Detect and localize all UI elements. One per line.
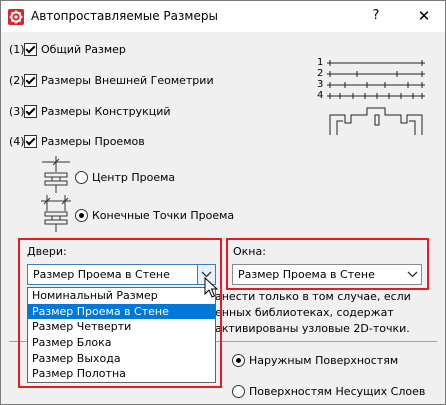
checkbox[interactable] [24,43,37,56]
radio-label: Центр Проема [92,171,176,184]
radio-label: Наружным Поверхностям [249,354,399,367]
chevron-down-icon[interactable] [404,265,421,284]
window-title: Автопроставляемые Размеры [31,9,218,23]
option-number: (3) [9,105,25,118]
dropdown-option[interactable]: Номинальный Размер [28,288,215,304]
close-button[interactable]: ✕ [415,7,433,25]
radio-label: Поверхностям Несущих Слоев [249,385,426,398]
radio-opening-ends[interactable]: Конечные Точки Проема [75,209,234,222]
radio-button[interactable] [232,385,245,398]
doors-select-value: Размер Проема в Стене [33,268,170,281]
legend-number-2: 2 [317,68,324,79]
dropdown-option[interactable]: Размер Четверти [28,319,215,335]
option-total-dimension[interactable]: (1) Общий Размер [9,43,126,56]
option-structures[interactable]: (3) Размеры Конструкций [9,105,171,118]
opening-center-icon [42,156,70,193]
note-line-2: енных библиотеках, содержат [215,306,394,319]
radio-button[interactable] [75,209,88,222]
radio-outer-surfaces[interactable]: Наружным Поверхностям [232,354,398,367]
option-number: (1) [9,43,25,56]
checkbox[interactable] [24,74,37,87]
dimension-legend-illustration [327,60,425,135]
radio-opening-center[interactable]: Центр Проема [75,171,175,184]
dropdown-option[interactable]: Размер Выхода [28,351,215,367]
checkbox[interactable] [24,135,37,148]
option-outer-geometry[interactable]: (2) Размеры Внешней Геометрии [9,74,214,87]
windows-select-value: Размер Проема в Стене [238,268,375,281]
option-label: Размеры Конструкций [41,105,171,118]
dropdown-option[interactable]: Размер Блока [28,335,215,351]
option-number: (2) [9,74,25,87]
option-label: Общий Размер [41,43,126,56]
radio-core-surfaces[interactable]: Поверхностям Несущих Слоев [232,385,425,398]
radio-button[interactable] [232,354,245,367]
opening-ends-icon [41,195,71,232]
option-label: Размеры Проемов [41,135,145,148]
gear-icon [8,9,24,25]
dropdown-option[interactable]: Размер Полотна [28,366,215,382]
legend-number-1: 1 [317,57,324,68]
note-line-3: активированы узловые 2D-точки. [215,322,410,335]
note-line-1: анести только в том случае, если [215,290,411,303]
checkbox[interactable] [24,105,37,118]
help-button[interactable]: ? [367,7,385,25]
legend-number-3: 3 [317,79,324,90]
option-openings[interactable]: (4) Размеры Проемов [9,135,145,148]
doors-dropdown-list[interactable]: Номинальный Размер Размер Проема в Стене… [27,287,216,383]
mouse-cursor-icon [204,277,218,298]
legend-number-4: 4 [317,90,324,101]
dialog-window: Автопроставляемые Размеры ? ✕ (1) Общий … [0,0,446,405]
option-label: Размеры Внешней Геометрии [41,74,214,87]
radio-label: Конечные Точки Проема [92,209,235,222]
radio-button[interactable] [75,171,88,184]
windows-label: Окна: [233,245,266,258]
doors-select[interactable]: Размер Проема в Стене [27,264,216,285]
option-number: (4) [9,135,25,148]
title-bar: Автопроставляемые Размеры ? ✕ [1,1,445,32]
dropdown-option-selected[interactable]: Размер Проема в Стене [28,303,215,320]
windows-select[interactable]: Размер Проема в Стене [232,264,422,285]
doors-label: Двери: [27,245,67,258]
